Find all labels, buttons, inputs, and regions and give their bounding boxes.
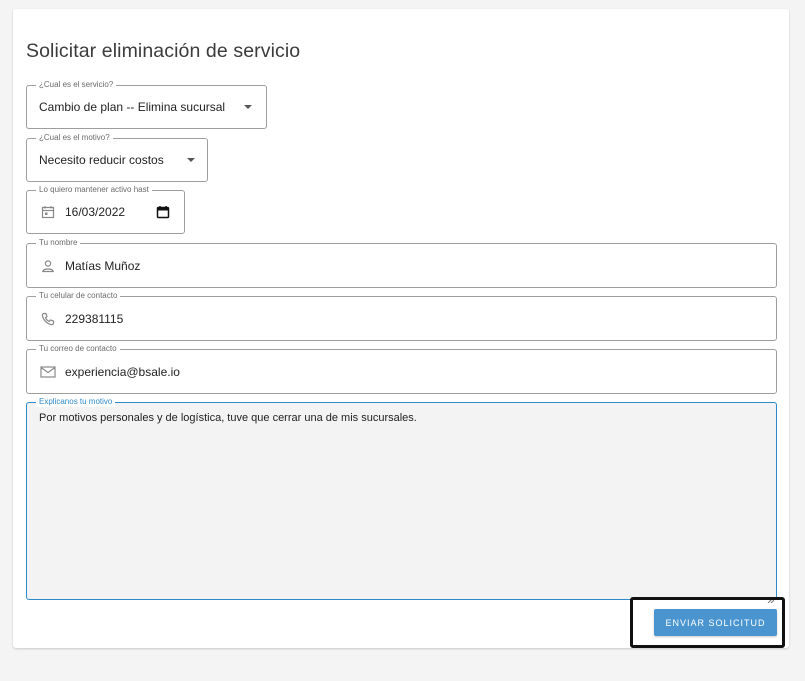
explanation-textarea-value: Por motivos personales y de logística, t… [39,412,417,424]
explanation-textarea[interactable]: Explicanos tu motivo Por motivos persona… [26,397,777,604]
service-select-value: Cambio de plan -- Elimina sucursal [39,100,226,114]
mail-icon [40,364,56,380]
explanation-textarea-label: Explicanos tu motivo [36,397,116,407]
highlight-box [630,597,785,648]
email-field[interactable]: Tu correo de contacto experiencia@bsale.… [26,344,777,394]
page-title: Solicitar eliminación de servicio [26,40,301,62]
phone-field-value: 229381115 [65,311,124,326]
service-select-label: ¿Cual es el servicio? [36,80,117,90]
keep-until-date-value: 16/03/2022 [65,205,126,219]
name-field[interactable]: Tu nombre Matías Muñoz [26,238,777,288]
email-field-label: Tu correo de contacto [36,344,120,354]
keep-until-date-field[interactable]: Lo quiero mantener activo hast 16/03/202… [26,185,185,234]
service-select[interactable]: ¿Cual es el servicio? Cambio de plan -- … [26,80,267,129]
email-field-value: experiencia@bsale.io [65,364,180,379]
calendar-picker-icon[interactable] [156,205,170,219]
calendar-icon [40,204,56,220]
caret-down-icon [187,158,195,162]
phone-icon [40,311,56,327]
reason-select-value: Necesito reducir costos [39,153,164,167]
caret-down-icon [244,105,252,109]
reason-select-label: ¿Cual es el motivo? [36,133,113,143]
phone-field-label: Tu celular de contacto [36,291,121,301]
keep-until-date-label: Lo quiero mantener activo hast [36,185,152,195]
name-field-label: Tu nombre [36,238,81,248]
resize-grip-icon[interactable] [767,590,775,604]
phone-field[interactable]: Tu celular de contacto 229381115 [26,291,777,341]
person-icon [40,258,56,274]
name-field-value: Matías Muñoz [65,258,141,273]
reason-select[interactable]: ¿Cual es el motivo? Necesito reducir cos… [26,133,208,182]
